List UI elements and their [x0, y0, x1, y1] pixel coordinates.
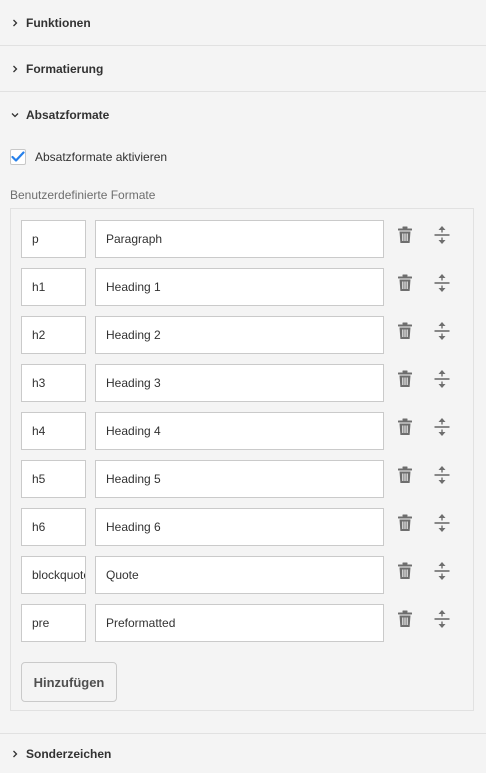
chevron-right-icon [10, 749, 20, 759]
checkmark-icon [11, 151, 25, 162]
drag-handle-icon[interactable] [430, 511, 454, 535]
format-tag-input[interactable] [21, 268, 86, 306]
custom-formats-label: Benutzerdefinierte Formate [10, 188, 156, 202]
chevron-down-icon [10, 110, 20, 120]
drag-handle-icon[interactable] [430, 223, 454, 247]
format-row [11, 604, 475, 642]
format-row [11, 268, 475, 306]
format-tag-input[interactable] [21, 604, 86, 642]
format-row [11, 556, 475, 594]
format-row [11, 316, 475, 354]
format-row [11, 460, 475, 498]
section-formatierung[interactable]: Formatierung [0, 46, 486, 92]
format-row [11, 412, 475, 450]
format-name-input[interactable] [95, 316, 384, 354]
trash-icon[interactable] [393, 271, 417, 295]
format-name-input[interactable] [95, 604, 384, 642]
format-row [11, 364, 475, 402]
format-name-input[interactable] [95, 460, 384, 498]
format-tag-input[interactable] [21, 460, 86, 498]
trash-icon[interactable] [393, 559, 417, 583]
drag-handle-icon[interactable] [430, 367, 454, 391]
enable-formats-checkbox-row[interactable]: Absatzformate aktivieren [10, 146, 167, 168]
section-title: Absatzformate [26, 108, 110, 122]
format-name-input[interactable] [95, 268, 384, 306]
format-tag-input[interactable] [21, 508, 86, 546]
section-sonderzeichen[interactable]: Sonderzeichen [0, 733, 486, 773]
add-format-button[interactable]: Hinzufügen [21, 662, 117, 702]
section-title: Formatierung [26, 61, 104, 76]
enable-formats-checkbox[interactable] [10, 149, 26, 165]
drag-handle-icon[interactable] [430, 463, 454, 487]
trash-icon[interactable] [393, 463, 417, 487]
chevron-right-icon [10, 64, 20, 74]
format-name-input[interactable] [95, 364, 384, 402]
format-name-input[interactable] [95, 412, 384, 450]
enable-formats-label: Absatzformate aktivieren [35, 150, 168, 164]
section-title: Funktionen [26, 15, 91, 30]
format-name-input[interactable] [95, 508, 384, 546]
trash-icon[interactable] [393, 511, 417, 535]
format-tag-input[interactable] [21, 412, 86, 450]
custom-formats-panel: Hinzufügen [10, 208, 474, 711]
format-tag-input[interactable] [21, 556, 86, 594]
chevron-right-icon [10, 18, 20, 28]
format-name-input[interactable] [95, 220, 384, 258]
drag-handle-icon[interactable] [430, 607, 454, 631]
section-funktionen[interactable]: Funktionen [0, 0, 486, 46]
trash-icon[interactable] [393, 367, 417, 391]
trash-icon[interactable] [393, 223, 417, 247]
trash-icon[interactable] [393, 319, 417, 343]
trash-icon[interactable] [393, 607, 417, 631]
drag-handle-icon[interactable] [430, 271, 454, 295]
format-row [11, 220, 475, 258]
drag-handle-icon[interactable] [430, 319, 454, 343]
format-tag-input[interactable] [21, 316, 86, 354]
drag-handle-icon[interactable] [430, 559, 454, 583]
drag-handle-icon[interactable] [430, 415, 454, 439]
format-name-input[interactable] [95, 556, 384, 594]
section-title: Sonderzeichen [26, 746, 112, 761]
format-tag-input[interactable] [21, 364, 86, 402]
trash-icon[interactable] [393, 415, 417, 439]
format-tag-input[interactable] [21, 220, 86, 258]
section-absatzformate[interactable]: Absatzformate [0, 92, 486, 138]
format-row [11, 508, 475, 546]
